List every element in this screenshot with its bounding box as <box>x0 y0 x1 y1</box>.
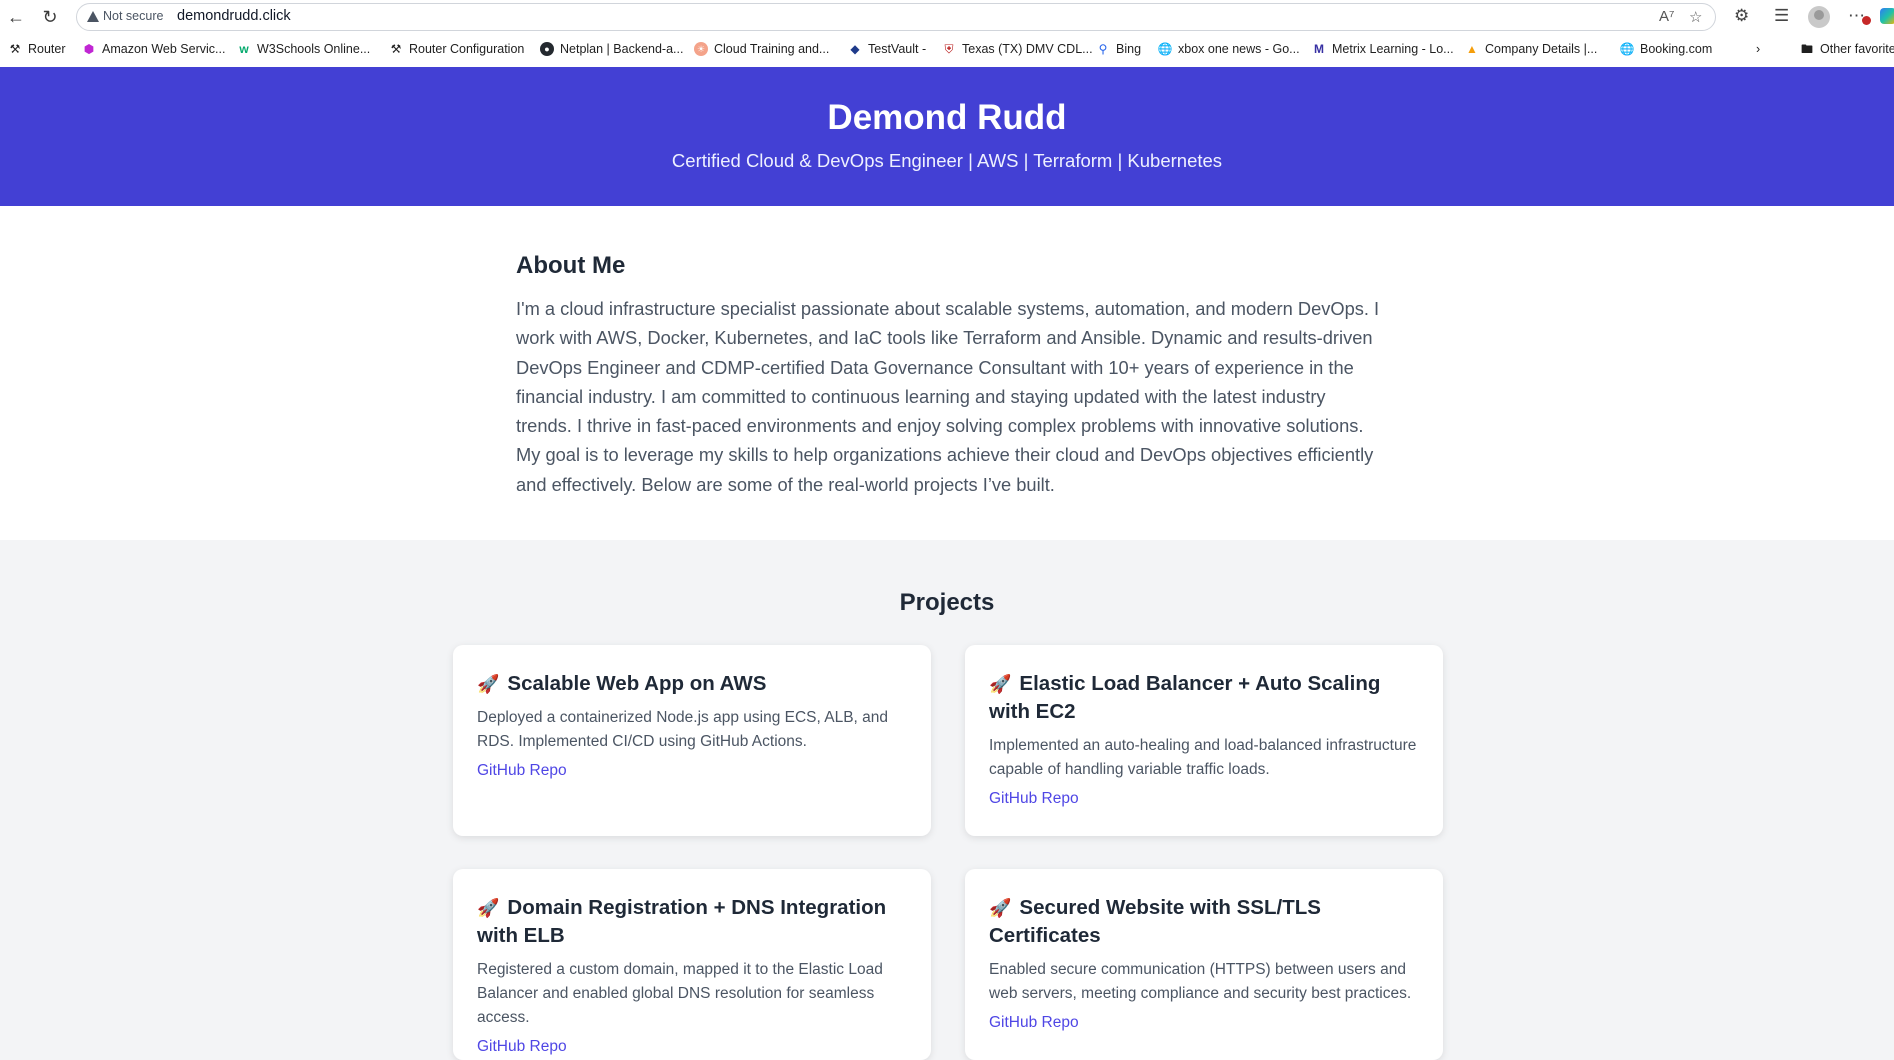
project-card: 🚀 Elastic Load Balancer + Auto Scaling wi… <box>965 645 1443 836</box>
hero-tagline: Certified Cloud & DevOps Engineer | AWS … <box>671 150 1223 171</box>
folder-icon: 🖿 <box>1800 42 1813 56</box>
bookmark-w3schools[interactable]: w W3Schools Online... <box>237 42 370 56</box>
project-card: 🚀 Domain Registration + DNS Integration w… <box>453 869 931 1060</box>
bookmark-aws[interactable]: ⬢ Amazon Web Servic... <box>82 42 226 56</box>
bookmark-booking[interactable]: 🌐 Booking.com <box>1619 42 1713 56</box>
about-section: About Me I'm a cloud infrastructure spec… <box>0 206 1894 540</box>
bookmark-netplan[interactable]: ● Netplan | Backend-a... <box>540 42 683 56</box>
globe-icon: 🌐 <box>1157 42 1173 56</box>
hero-name: Demond Rudd <box>827 98 1067 137</box>
tools-icon: ⚒ <box>9 42 21 56</box>
bookmark-router[interactable]: ⚒ Router <box>8 42 66 56</box>
github-repo-link[interactable]: GitHub Repo <box>477 1038 567 1056</box>
rocket-icon: 🚀 <box>989 674 1012 694</box>
address-bar[interactable]: Not secure demondrudd.click A⁷ ☆ <box>76 3 1716 31</box>
url-text[interactable]: demondrudd.click <box>177 8 291 24</box>
project-card: 🚀 Scalable Web App on AWS Deployed a cont… <box>453 645 931 836</box>
read-aloud-icon[interactable]: A⁷ <box>1659 8 1674 25</box>
bookmark-router-configuration[interactable]: ⚒ Router Configuration <box>389 42 525 56</box>
browser-chrome: ← ↻ Not secure demondrudd.click A⁷ ☆ ⚙ ☰… <box>0 0 1894 68</box>
company-icon: ▲ <box>1466 42 1478 56</box>
refresh-icon[interactable]: ↻ <box>38 5 62 29</box>
favorite-star-icon[interactable]: ☆ <box>1689 8 1702 26</box>
notification-badge-icon <box>1862 16 1871 25</box>
security-indicator[interactable]: Not secure <box>87 9 163 23</box>
github-repo-link[interactable]: GitHub Repo <box>989 790 1079 808</box>
search-icon: ⚲ <box>1098 42 1108 56</box>
bookmark-bing[interactable]: ⚲ Bing <box>1096 42 1141 56</box>
hero-header: Demond Rudd Certified Cloud & DevOps Eng… <box>0 67 1894 206</box>
bookmark-xbox-news[interactable]: 🌐 xbox one news - Go... <box>1158 42 1300 56</box>
github-repo-link[interactable]: GitHub Repo <box>989 1014 1079 1032</box>
globe-icon: 🌐 <box>1619 42 1635 56</box>
project-title: 🚀 Scalable Web App on AWS <box>477 672 767 695</box>
bookmark-texas-dmv[interactable]: ⛨ Texas (TX) DMV CDL... <box>942 42 1092 56</box>
project-title: 🚀 Domain Registration + DNS Integration w… <box>477 896 887 947</box>
rocket-icon: 🚀 <box>477 898 500 918</box>
rocket-icon: 🚀 <box>989 898 1012 918</box>
bookmark-testvault[interactable]: ◆ TestVault - <box>848 42 926 56</box>
shield-icon: ⛨ <box>944 42 954 56</box>
copilot-icon[interactable] <box>1880 8 1894 24</box>
testvault-icon: ◆ <box>850 42 860 56</box>
profile-avatar[interactable] <box>1808 6 1830 28</box>
warning-icon <box>87 10 99 22</box>
project-card: 🚀 Secured Website with SSL/TLS Certificat… <box>965 869 1443 1060</box>
cloud-training-icon: ☀ <box>694 42 708 56</box>
bookmark-company-details[interactable]: ▲ Company Details |... <box>1465 42 1597 56</box>
metrix-icon: M <box>1314 42 1324 56</box>
w3schools-icon: w <box>239 42 249 56</box>
back-arrow-icon[interactable]: ← <box>4 5 28 29</box>
tools-icon: ⚒ <box>390 42 402 56</box>
project-title: 🚀 Elastic Load Balancer + Auto Scaling wi… <box>989 672 1381 723</box>
github-repo-link[interactable]: GitHub Repo <box>477 762 567 780</box>
about-text: I'm a cloud infrastructure specialist pa… <box>516 298 1380 495</box>
project-description: Registered a custom domain, mapped it to… <box>477 961 883 1026</box>
other-favorites-folder[interactable]: 🖿 Other favorites <box>1800 42 1894 56</box>
projects-title: Projects <box>899 589 995 616</box>
rocket-icon: 🚀 <box>477 674 500 694</box>
security-label: Not secure <box>103 9 164 23</box>
address-bar-row: ← ↻ Not secure demondrudd.click A⁷ ☆ ⚙ ☰… <box>0 0 1894 34</box>
cube-icon: ⬢ <box>83 42 95 56</box>
about-title: About Me <box>516 252 626 279</box>
favorites-icon[interactable]: ☰ <box>1774 6 1789 26</box>
project-title: 🚀 Secured Website with SSL/TLS Certificat… <box>989 896 1321 947</box>
github-icon: ● <box>540 42 554 56</box>
project-description: Enabled secure communication (HTTPS) bet… <box>989 961 1412 1002</box>
project-description: Implemented an auto-healing and load-bal… <box>989 737 1417 778</box>
project-description: Deployed a containerized Node.js app usi… <box>477 709 889 750</box>
bookmark-metrix-learning[interactable]: M Metrix Learning - Lo... <box>1312 42 1454 56</box>
bookmark-cloud-training[interactable]: ☀ Cloud Training and... <box>694 42 829 56</box>
bookmarks-bar: ⚒ Router ⬢ Amazon Web Servic... w W3Scho… <box>0 38 1894 64</box>
extensions-icon[interactable]: ⚙ <box>1734 6 1749 26</box>
chevron-right-icon[interactable]: › <box>1756 42 1760 56</box>
